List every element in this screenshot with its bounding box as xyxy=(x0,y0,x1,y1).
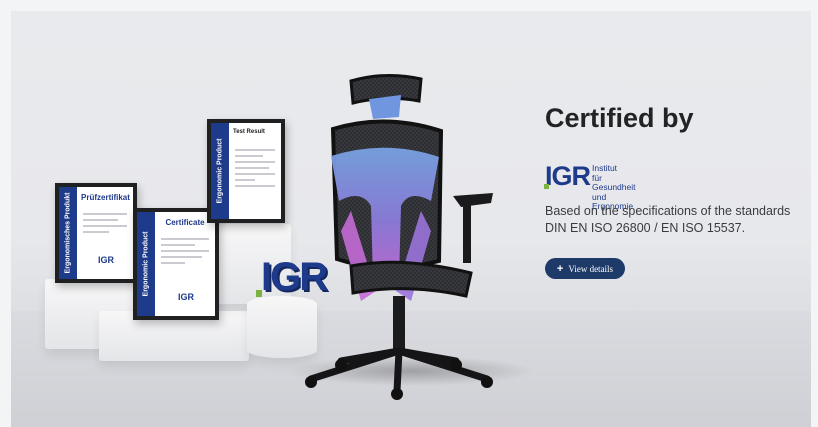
igr-display-dot xyxy=(256,290,262,297)
igr-logo-dot xyxy=(544,184,549,189)
certificate-side-label: Ergonomic Product xyxy=(216,138,224,204)
certificate-title: Prüfzertifikat xyxy=(81,193,130,202)
certificate-side-label: Ergonomisches Produkt xyxy=(64,192,72,274)
certificate-logo: IGR xyxy=(177,292,194,302)
view-details-button[interactable]: + View details xyxy=(545,258,625,279)
certificate-frame-en: Ergonomic Product Certificate IGR xyxy=(133,208,219,320)
certificate-title: Test Result xyxy=(233,129,265,135)
igr-logo-mark: IGR xyxy=(545,161,591,191)
certification-banner: Ergonomisches Produkt Prüfzertifikat IGR… xyxy=(11,11,811,427)
institute-name-line: für Gesundheit xyxy=(592,172,636,192)
certificate-logo: IGR xyxy=(97,255,114,265)
office-chair-image xyxy=(305,73,493,400)
certificate-side-label: Ergonomic Product xyxy=(142,231,150,297)
certificate-frame-result: Ergonomic Product Test Result xyxy=(207,119,285,223)
headline: Certified by xyxy=(545,103,694,133)
plus-icon: + xyxy=(556,262,564,275)
certificate-frame-de: Ergonomisches Produkt Prüfzertifikat IGR xyxy=(55,183,137,283)
certification-description: Based on the specifications of the stand… xyxy=(545,204,791,235)
view-details-label: View details xyxy=(568,263,614,274)
certificate-title: Certificate xyxy=(165,218,205,227)
